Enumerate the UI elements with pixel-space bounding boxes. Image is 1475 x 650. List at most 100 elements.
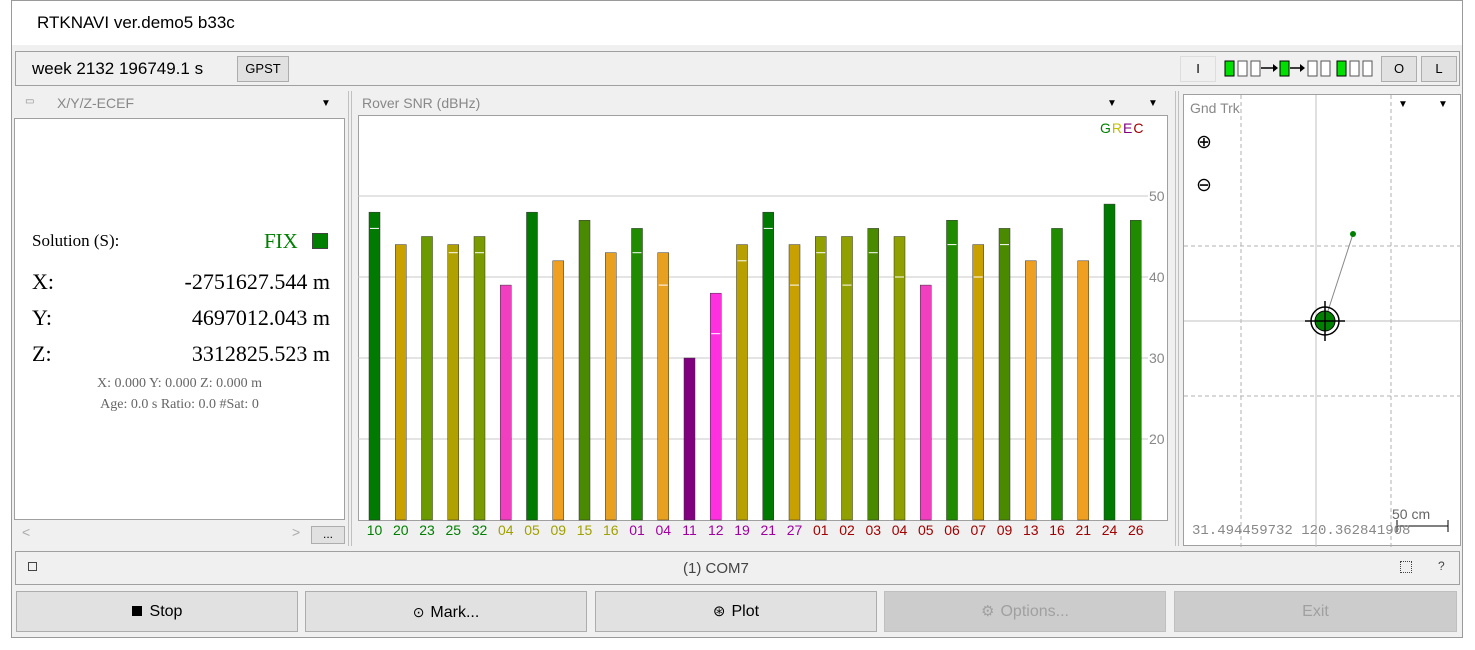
solution-label: Solution (S): — [32, 231, 120, 250]
satellite-label: 09 — [550, 522, 567, 538]
snr-bar — [1025, 260, 1037, 521]
snr-bar — [788, 244, 801, 521]
stop-button[interactable]: Stop — [16, 591, 298, 632]
snr-bar — [552, 260, 564, 521]
log-stream-button[interactable]: L — [1421, 56, 1457, 82]
z-value: 3312825.523 m — [191, 341, 330, 366]
track-coordinates: 31.494459732 120.362841908 — [1192, 523, 1411, 539]
window-icon[interactable] — [1400, 561, 1412, 573]
snr-bar — [1130, 220, 1142, 521]
snr-bar — [447, 244, 459, 521]
mark-label: Mark... — [430, 604, 480, 621]
satellite-label: 20 — [392, 522, 409, 538]
y-label: Y: — [32, 305, 52, 330]
solution-format-dropdown-icon[interactable]: ▼ — [321, 98, 331, 109]
splitter[interactable] — [351, 91, 352, 546]
exit-button[interactable]: Exit — [1174, 591, 1457, 632]
solution-format-label: X/Y/Z-ECEF — [57, 95, 135, 111]
ground-track-panel: Gnd Trk ▼ ▼ ⊕ ⊖ 50 cm 31.494459732 120.3… — [1183, 94, 1462, 547]
snr-type-dropdown-icon[interactable]: ▼ — [1148, 98, 1158, 109]
satellite-label: 15 — [576, 522, 593, 538]
mark-button[interactable]: ⊙ Mark... — [305, 591, 587, 632]
plot-button[interactable]: ⊛ Plot — [595, 591, 877, 632]
satellite-label: 07 — [970, 522, 987, 538]
y-tick-label: 30 — [1149, 350, 1165, 366]
std-deviation-line: X: 0.000 Y: 0.000 Z: 0.000 m — [96, 376, 263, 391]
satellite-label: 32 — [471, 522, 488, 538]
splitter[interactable] — [1175, 91, 1176, 546]
snr-bar — [710, 292, 722, 521]
satellite-label: 21 — [760, 522, 777, 538]
satellite-label: 01 — [812, 522, 829, 538]
satellite-label: 16 — [602, 522, 619, 538]
time-system-button[interactable]: GPST — [237, 56, 289, 82]
satellite-label: 27 — [786, 522, 803, 538]
snr-bar — [368, 211, 381, 521]
snr-bar — [1103, 203, 1116, 521]
snr-bar — [762, 211, 774, 521]
satellite-label: 25 — [445, 522, 462, 538]
satellite-label: 05 — [917, 522, 934, 538]
input-stream-button[interactable]: I — [1180, 56, 1216, 82]
z-label: Z: — [32, 341, 52, 366]
snr-bar — [578, 220, 591, 521]
satellite-label: 12 — [707, 522, 724, 538]
snr-bar — [526, 211, 538, 521]
track-source-dropdown-icon[interactable]: ▼ — [1398, 99, 1408, 110]
snr-bar — [736, 244, 748, 521]
mark-icon: ⊙ — [412, 604, 425, 620]
snr-bar — [631, 228, 643, 521]
snr-panel-title: Rover SNR (dBHz) — [362, 95, 481, 111]
fix-indicator-icon — [312, 233, 328, 249]
y-tick-label: 40 — [1149, 269, 1165, 285]
satellite-label: 06 — [944, 522, 960, 538]
satellite-label: 01 — [629, 522, 645, 538]
snr-bar-chart: 50 40 30 20 — [358, 188, 1165, 521]
snr-source-dropdown-icon[interactable]: ▼ — [1107, 98, 1117, 109]
satellite-label: 10 — [366, 522, 383, 538]
satellite-label: 11 — [682, 522, 697, 538]
options-button[interactable]: ⚙ Options... — [884, 591, 1166, 632]
y-tick-label: 50 — [1149, 188, 1165, 204]
satellite-label: 21 — [1075, 522, 1092, 538]
snr-bar — [1077, 260, 1089, 521]
satellite-label: 23 — [419, 522, 435, 538]
y-value: 4697012.043 m — [191, 305, 330, 330]
output-stream-button[interactable]: O — [1381, 56, 1417, 82]
title-bar: RTKNAVI ver.demo5 b33c — [12, 1, 1462, 45]
splitter[interactable] — [1178, 91, 1179, 546]
stop-label: Stop — [149, 603, 183, 620]
window-title: RTKNAVI ver.demo5 b33c — [37, 13, 235, 32]
snr-bar — [867, 228, 879, 521]
panel-menu-icon[interactable]: ▭ — [25, 96, 34, 107]
help-icon[interactable]: ? — [1438, 559, 1445, 573]
snr-bar — [998, 228, 1011, 521]
satellite-label: 09 — [996, 522, 1013, 538]
ground-track-plot — [1184, 95, 1462, 547]
panel-toggle-icon[interactable] — [28, 562, 37, 571]
gear-icon: ⚙ — [981, 603, 995, 620]
fix-status: FIX — [264, 229, 298, 253]
zoom-out-icon[interactable]: ⊖ — [1196, 174, 1212, 197]
stop-icon — [131, 606, 142, 616]
satellite-label: 04 — [655, 522, 672, 538]
snr-bar — [421, 236, 433, 521]
snr-bar — [972, 244, 984, 521]
snr-bar — [920, 284, 932, 521]
satellite-label: 04 — [497, 522, 514, 538]
zoom-in-icon[interactable]: ⊕ — [1196, 131, 1212, 154]
satellite-label: 13 — [1022, 522, 1039, 538]
track-type-dropdown-icon[interactable]: ▼ — [1438, 99, 1448, 110]
satellite-label: 19 — [734, 522, 750, 538]
ground-track-title: Gnd Trk — [1190, 100, 1240, 116]
snr-bar — [893, 236, 906, 521]
port-label: (1) COM7 — [683, 560, 749, 577]
satellite-label: 16 — [1049, 522, 1065, 538]
snr-bar — [395, 244, 407, 521]
x-label: X: — [32, 269, 54, 294]
scale-label: 50 cm — [1392, 506, 1431, 522]
snr-bar — [946, 220, 958, 521]
snr-bar — [683, 357, 696, 521]
satellite-label: 24 — [1101, 522, 1118, 538]
splitter[interactable] — [348, 91, 349, 546]
